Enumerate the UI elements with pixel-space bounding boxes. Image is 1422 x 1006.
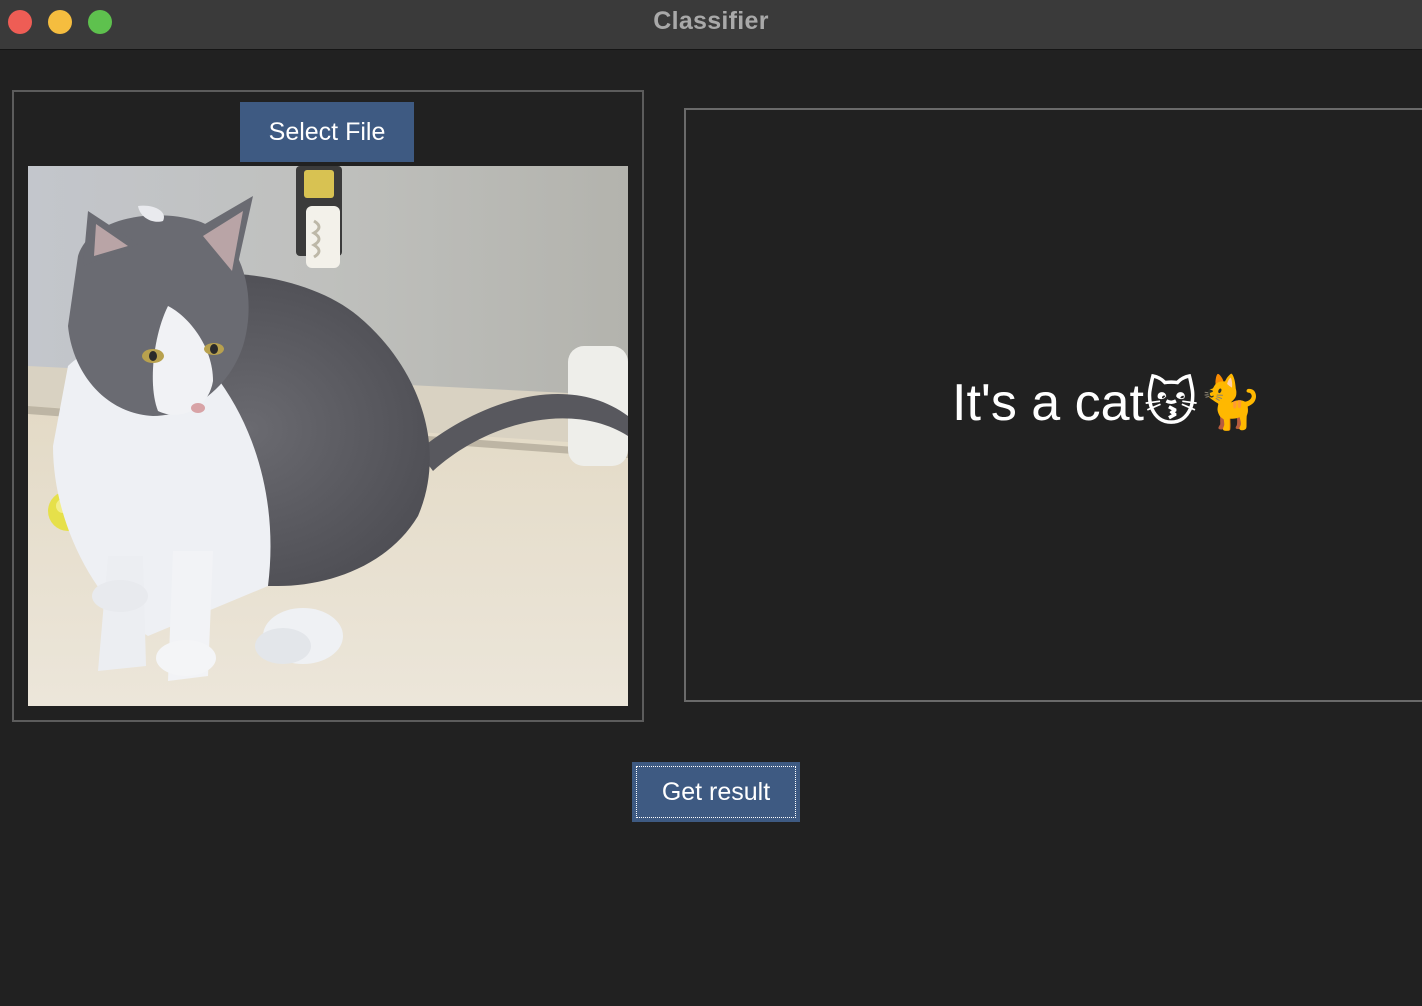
window-title: Classifier: [653, 7, 769, 35]
cat-photo-image: [28, 166, 628, 706]
result-panel: It's a cat😽🐈: [684, 108, 1422, 702]
classification-result: It's a cat😽🐈: [952, 374, 1263, 432]
image-panel: Select File: [12, 90, 644, 722]
classifier-window: Classifier Select File It's a cat😽🐈 Get …: [0, 0, 1422, 1006]
title-bar: Classifier: [0, 0, 1422, 50]
select-file-button[interactable]: Select File: [240, 102, 414, 162]
selected-image: [28, 166, 628, 706]
get-result-button[interactable]: Get result: [632, 762, 800, 822]
